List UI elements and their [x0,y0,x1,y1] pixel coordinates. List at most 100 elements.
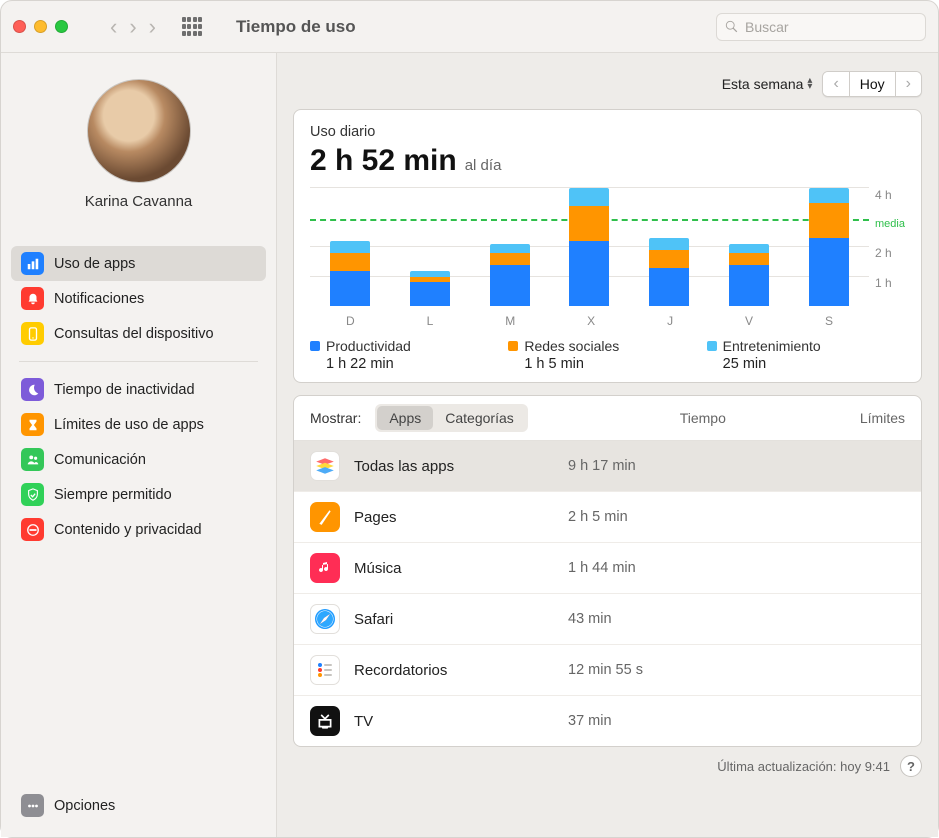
table-row[interactable]: Safari 43 min [294,594,921,645]
filter-categories-button[interactable]: Categorías [433,406,525,430]
range-selector-label: Esta semana [722,76,804,92]
sidebar-item-label: Siempre permitido [54,487,172,503]
music-icon [310,553,340,583]
main-panel: Esta semana ▴▾ ‹ Hoy › Uso diario 2 h 52… [277,53,938,837]
average-label: media [875,218,905,230]
today-button[interactable]: Hoy [849,72,896,96]
table-row[interactable]: Todas las apps9 h 17 min [294,441,921,492]
y-tick-label: 4 h [875,188,905,202]
hourglass-icon [21,413,44,436]
app-time: 2 h 5 min [568,509,628,525]
sidebar-item-notificaciones[interactable]: Notificaciones [11,281,266,316]
x-tick-label: D [346,314,355,328]
forward-button[interactable]: › [125,14,140,40]
moon-icon [21,378,44,401]
legend-time: 1 h 5 min [524,356,706,372]
close-window-button[interactable] [13,20,26,33]
column-time-header: Tiempo [680,410,726,426]
sidebar-item-contenido-y-privacidad[interactable]: Contenido y privacidad [11,512,266,547]
y-tick-label: 2 h [875,246,905,260]
updown-caret-icon: ▴▾ [807,78,812,90]
daily-total-value: 2 h 52 min [310,144,457,178]
legend-swatch-icon [310,341,320,351]
y-tick-label: 1 h [875,276,905,290]
safari-icon [310,604,340,634]
x-tick-label: V [745,314,753,328]
sidebar-item-uso-de-apps[interactable]: Uso de apps [11,246,266,281]
ellipsis-icon [21,794,44,817]
app-name: TV [354,713,554,730]
sidebar-item-label: Uso de apps [54,256,135,272]
app-name: Safari [354,611,554,628]
legend-label: Redes sociales [524,338,619,354]
legend-swatch-icon [508,341,518,351]
pages-icon [310,502,340,532]
sidebar-item-comunicación[interactable]: Comunicación [11,442,266,477]
usage-card-title: Uso diario [310,124,905,140]
sidebar-item-tiempo-de-inactividad[interactable]: Tiempo de inactividad [11,372,266,407]
chart-bar[interactable] [649,238,689,306]
last-updated-label: Última actualización: hoy 9:41 [717,759,890,774]
x-tick-label: J [667,314,673,328]
usage-chart: DLMXJVS 4 hmedia2 h1 h [310,188,905,328]
sidebar-item-options[interactable]: Opciones [11,788,266,823]
table-row[interactable]: TV 37 min [294,696,921,746]
reminders-icon [310,655,340,685]
sidebar-item-label: Consultas del dispositivo [54,326,214,342]
table-row[interactable]: Música1 h 44 min [294,543,921,594]
legend-entry: Redes sociales [508,338,706,354]
chart-bar[interactable] [729,244,769,306]
app-time: 12 min 55 s [568,662,643,678]
x-tick-label: M [505,314,515,328]
no-entry-icon [21,518,44,541]
x-tick-label: S [825,314,833,328]
sidebar-item-consultas-del-dispositivo[interactable]: Consultas del dispositivo [11,316,266,351]
app-name: Recordatorios [354,662,554,679]
sidebar-item-siempre-permitido[interactable]: Siempre permitido [11,477,266,512]
legend-time: 1 h 22 min [326,356,508,372]
usage-card: Uso diario 2 h 52 min al día DLMXJVS 4 h… [293,109,922,383]
back-button[interactable]: ‹ [106,14,121,40]
sidebar: Karina Cavanna Uso de appsNotificaciones… [1,53,277,837]
nav-arrows: ‹ › › [106,14,160,40]
app-name: Pages [354,509,554,526]
app-time: 37 min [568,713,612,729]
bar-chart-icon [21,252,44,275]
window-controls [13,20,68,33]
sidebar-item-límites-de-uso-de-apps[interactable]: Límites de uso de apps [11,407,266,442]
sidebar-item-label: Notificaciones [54,291,144,307]
table-row[interactable]: Recordatorios 12 min 55 s [294,645,921,696]
chart-bar[interactable] [410,271,450,306]
avatar[interactable] [87,79,191,183]
table-row[interactable]: Pages 2 h 5 min [294,492,921,543]
check-shield-icon [21,483,44,506]
tv-icon [310,706,340,736]
search-icon [725,20,739,34]
legend-label: Entretenimiento [723,338,821,354]
range-selector[interactable]: Esta semana ▴▾ [722,76,813,92]
search-field[interactable]: Buscar [716,13,926,41]
prev-period-button[interactable]: ‹ [823,72,848,96]
legend-time: 25 min [723,356,905,372]
forward-button-2[interactable]: › [145,14,160,40]
help-button[interactable]: ? [900,755,922,777]
next-period-button[interactable]: › [896,72,921,96]
sidebar-item-label: Comunicación [54,452,146,468]
legend-entry: Entretenimiento [707,338,905,354]
sidebar-item-label: Tiempo de inactividad [54,382,195,398]
filter-apps-button[interactable]: Apps [377,406,433,430]
stack-icon [310,451,340,481]
app-name: Todas las apps [354,458,554,475]
zoom-window-button[interactable] [55,20,68,33]
chart-bar[interactable] [490,244,530,306]
minimize-window-button[interactable] [34,20,47,33]
app-time: 43 min [568,611,612,627]
all-prefs-grid-icon[interactable] [182,17,202,37]
x-tick-label: X [587,314,595,328]
chart-bar[interactable] [569,188,609,306]
chart-bar[interactable] [809,188,849,306]
chart-bar[interactable] [330,241,370,306]
sidebar-item-label: Contenido y privacidad [54,522,202,538]
legend-swatch-icon [707,341,717,351]
phone-icon [21,322,44,345]
